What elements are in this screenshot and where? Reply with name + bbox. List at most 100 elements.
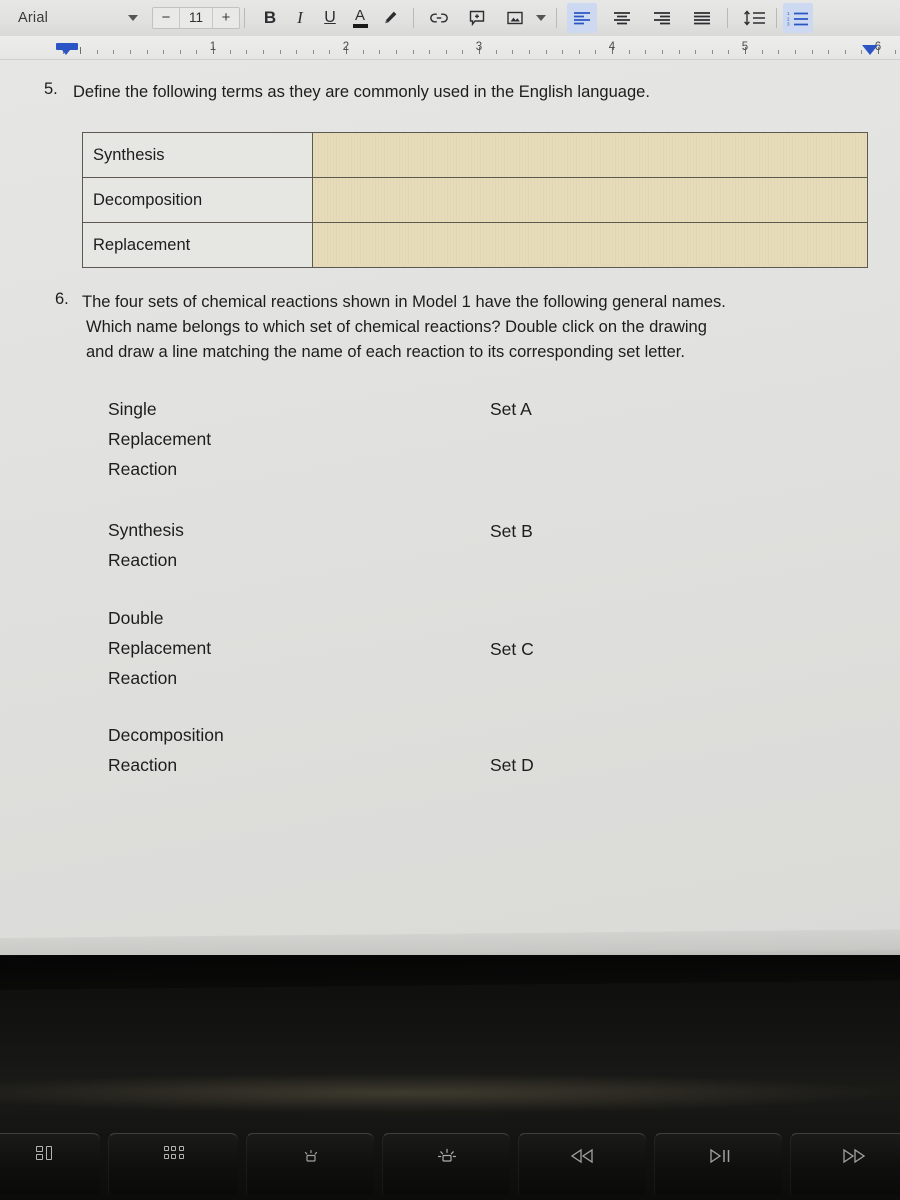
font-size-increase-button[interactable]: + xyxy=(213,8,239,28)
chevron-down-icon[interactable] xyxy=(128,15,138,21)
align-right-icon[interactable] xyxy=(647,3,677,33)
ruler-tick xyxy=(894,50,896,54)
document-toolbar: Arial − 11 + B I U A 1 2 3 xyxy=(0,0,900,36)
text-color-swatch xyxy=(352,24,368,28)
ruler-tick xyxy=(362,50,364,54)
ruler-tick xyxy=(445,50,447,54)
ruler-tick xyxy=(512,50,514,54)
ruler-tick xyxy=(728,50,730,54)
ruler-track: 123456 xyxy=(0,36,900,60)
question-5-number: 5. xyxy=(44,80,58,98)
question-6-line-3: and draw a line matching the name of eac… xyxy=(86,343,685,361)
bold-button[interactable]: B xyxy=(255,3,285,33)
first-line-indent-marker[interactable] xyxy=(58,45,74,55)
question-6-line-2: Which name belongs to which set of chemi… xyxy=(86,318,707,336)
ruler-tick xyxy=(296,50,298,54)
matching-name-3-line-1: Double xyxy=(108,608,164,628)
matching-name-4-line-2: Reaction xyxy=(108,755,178,775)
table-cell-answer[interactable] xyxy=(312,132,868,178)
toolbar-divider xyxy=(244,8,245,28)
underline-button[interactable]: U xyxy=(315,3,345,33)
ruler-tick xyxy=(279,50,281,54)
matching-name-1-line-3: Reaction xyxy=(108,459,178,479)
font-size-stepper: − 11 + xyxy=(152,7,240,29)
table-cell-answer[interactable] xyxy=(312,222,868,268)
ruler-tick xyxy=(695,50,697,54)
ruler-tick xyxy=(545,50,547,54)
ruler-tick xyxy=(312,50,314,54)
insert-link-icon[interactable] xyxy=(424,3,454,33)
document-page[interactable]: 5. Define the following terms as they ar… xyxy=(0,60,900,962)
ruler-tick xyxy=(429,50,431,54)
key-mission-control[interactable] xyxy=(0,1133,100,1195)
insert-image-icon[interactable] xyxy=(500,3,530,33)
add-comment-icon[interactable] xyxy=(462,3,492,33)
ruler-tick xyxy=(645,50,647,54)
align-justify-icon[interactable] xyxy=(687,3,717,33)
font-size-value[interactable]: 11 xyxy=(179,8,213,28)
ruler-tick xyxy=(794,50,796,54)
ruler-number: 4 xyxy=(608,41,616,53)
play-pause-icon xyxy=(704,1146,734,1166)
question-6-number: 6. xyxy=(55,290,69,308)
mission-control-icon xyxy=(35,1146,58,1162)
table-cell-term[interactable]: Replacement xyxy=(82,222,313,268)
ruler-tick xyxy=(778,50,780,54)
insert-controls xyxy=(424,0,546,36)
matching-name-3-line-2: Replacement xyxy=(108,638,212,658)
table-cell-term[interactable]: Synthesis xyxy=(82,132,313,178)
font-name-display[interactable]: Arial xyxy=(18,10,128,26)
ruler-tick xyxy=(562,50,564,54)
matching-name-4-line-1: Decomposition xyxy=(108,725,224,745)
fast-forward-icon xyxy=(840,1146,870,1166)
table-row[interactable]: Replacement xyxy=(82,222,868,268)
document-ruler[interactable]: 123456 xyxy=(0,36,900,60)
keyboard-function-row xyxy=(0,1133,900,1200)
matching-set-4: Set D xyxy=(490,755,534,775)
text-color-button[interactable]: A xyxy=(345,3,375,33)
table-cell-term[interactable]: Decomposition xyxy=(82,177,313,223)
line-spacing-icon[interactable] xyxy=(738,3,772,33)
rewind-icon xyxy=(568,1146,598,1166)
table-row[interactable]: Decomposition xyxy=(82,177,868,223)
matching-name-1: Single Replacement Reaction xyxy=(108,394,211,484)
ruler-tick xyxy=(711,50,713,54)
ruler-tick xyxy=(229,50,231,54)
italic-button[interactable]: I xyxy=(285,3,315,33)
table-cell-answer[interactable] xyxy=(312,177,868,223)
ruler-tick xyxy=(595,50,597,54)
ruler-tick xyxy=(528,50,530,54)
keyboard-brightness-up-icon xyxy=(434,1146,460,1168)
table-row[interactable]: Synthesis xyxy=(82,132,868,178)
key-keyboard-brightness-down[interactable] xyxy=(246,1133,374,1195)
definitions-table[interactable]: Synthesis Decomposition Replacement xyxy=(82,132,868,268)
key-rewind[interactable] xyxy=(518,1133,646,1195)
ruler-tick xyxy=(395,50,397,54)
ruler-tick xyxy=(761,50,763,54)
ruler-tick xyxy=(661,50,663,54)
text-format-controls: B I U A xyxy=(255,0,405,36)
ruler-tick xyxy=(80,47,81,54)
align-left-icon[interactable] xyxy=(567,3,597,33)
ruler-number: 5 xyxy=(741,41,749,53)
matching-name-3-line-3: Reaction xyxy=(108,668,178,688)
key-keyboard-brightness-up[interactable] xyxy=(382,1133,510,1195)
key-play-pause[interactable] xyxy=(654,1133,782,1195)
laptop-screen: Arial − 11 + B I U A 1 2 3 1 2 3 4 5 6 5… xyxy=(0,0,900,962)
key-fast-forward[interactable] xyxy=(790,1133,900,1195)
ruler-tick xyxy=(179,50,181,54)
right-indent-marker[interactable] xyxy=(862,45,878,55)
matching-name-1-line-2: Replacement xyxy=(108,429,212,449)
numbered-list-icon[interactable]: 1 2 3 xyxy=(783,3,813,33)
matching-name-4: Decomposition Reaction xyxy=(108,720,224,780)
question-6-line-1: The four sets of chemical reactions show… xyxy=(82,293,726,311)
font-size-decrease-button[interactable]: − xyxy=(153,8,179,28)
align-center-icon[interactable] xyxy=(607,3,637,33)
ruler-tick xyxy=(146,50,148,54)
ruler-tick xyxy=(495,50,497,54)
ruler-number: 3 xyxy=(475,41,483,53)
key-launchpad[interactable] xyxy=(108,1133,238,1195)
chevron-down-icon[interactable] xyxy=(536,15,546,21)
matching-name-1-line-1: Single xyxy=(108,399,157,419)
highlighter-pen-icon[interactable] xyxy=(375,3,405,33)
